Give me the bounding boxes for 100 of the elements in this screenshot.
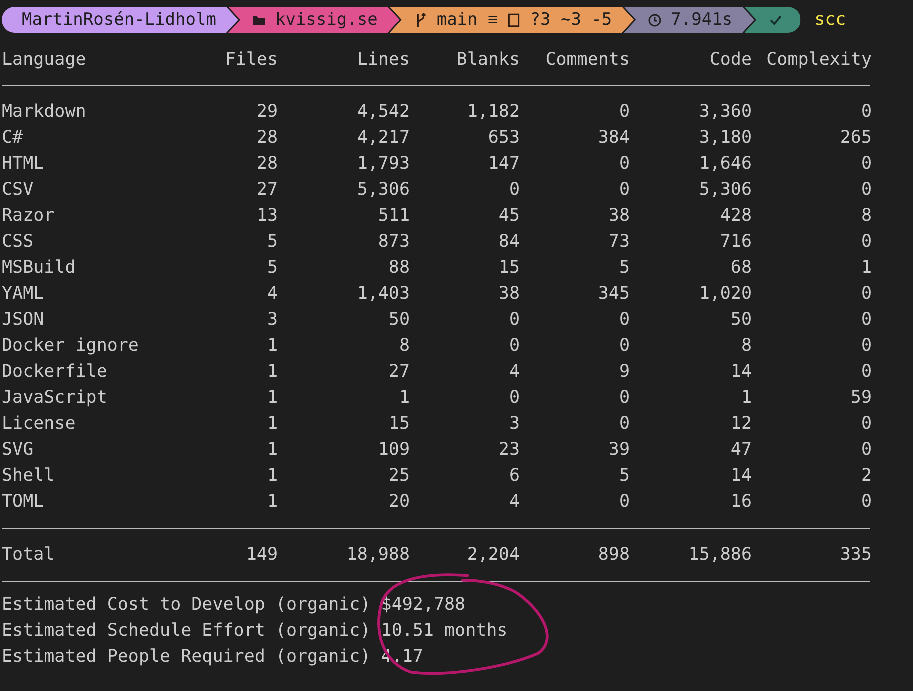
segment-text: 7.941s [671, 10, 733, 30]
column-header: Lines [356, 49, 410, 72]
table-cell-text: 3 [266, 309, 278, 332]
table-cell-text: 0 [508, 387, 520, 410]
table-cell-text: 1 [266, 413, 278, 436]
table-cell-text: 428 [719, 205, 752, 228]
total-cell-text: 18,988 [346, 544, 410, 567]
table-cell-text: 0 [860, 283, 872, 306]
table-cell-text: 25 [388, 465, 410, 488]
table-cell-text: 8 [740, 335, 752, 358]
table-cell-text: JSON [2, 309, 46, 332]
table-cell-text: 8 [860, 205, 872, 228]
table-cell-text: 0 [618, 309, 630, 332]
table-cell-text: 20 [388, 491, 410, 514]
table-cell-text: 1 [266, 335, 278, 358]
table-cell-text: 0 [618, 153, 630, 176]
table-cell-text: 1 [266, 491, 278, 514]
table-cell-text: 5 [266, 257, 278, 280]
column-header: Blanks [456, 49, 520, 72]
estimate-line: Estimated Schedule Effort (organic) 10.51 months [2, 620, 509, 643]
table-cell-text: 1 [266, 387, 278, 410]
estimate-line: Estimated Cost to Develop (organic) $492,788 [2, 594, 467, 617]
table-cell-text: 0 [508, 309, 520, 332]
column-header: Code [708, 49, 752, 72]
table-cell-text: 0 [860, 231, 872, 254]
table-cell-text: 384 [597, 127, 630, 150]
table-cell-text: 14 [730, 361, 752, 384]
table-cell-text: Razor [2, 205, 56, 228]
table-cell-text: 0 [618, 387, 630, 410]
table-cell-text: 0 [508, 179, 520, 202]
total-cell-text: 898 [597, 544, 630, 567]
table-cell-text: 68 [730, 257, 752, 280]
table-cell-text: 1,793 [356, 153, 410, 176]
table-cell-text: CSS [2, 231, 35, 254]
table-cell-text: 6 [508, 465, 520, 488]
table-cell-text: 1,020 [698, 283, 752, 306]
table-cell-text: 0 [860, 179, 872, 202]
table-cell-text: 45 [498, 205, 520, 228]
table-cell-text: 9 [618, 361, 630, 384]
table-cell-text: 1,403 [356, 283, 410, 306]
table-cell-text: 0 [508, 335, 520, 358]
table-cell-text: 4,542 [356, 101, 410, 124]
table-cell-text: 0 [860, 309, 872, 332]
table-cell-text: 1,646 [698, 153, 752, 176]
table-cell-text: 5 [266, 231, 278, 254]
table-cell-text: HTML [2, 153, 46, 176]
table-cell-text: 0 [860, 153, 872, 176]
table-cell-text: 4 [508, 491, 520, 514]
table-cell-text: SVG [2, 439, 35, 462]
table-cell-text: 38 [498, 283, 520, 306]
table-cell-text: 50 [388, 309, 410, 332]
table-cell-text: 3,360 [698, 101, 752, 124]
table-cell-text: 3 [508, 413, 520, 436]
table-cell-text: 59 [850, 387, 872, 410]
segment-text: kvissig.se [275, 10, 378, 30]
table-cell-text: 5,306 [356, 179, 410, 202]
table-cell-text: 38 [608, 205, 630, 228]
total-cell-text: 15,886 [688, 544, 752, 567]
table-cell-text: 0 [860, 361, 872, 384]
table-cell-text: 27 [388, 361, 410, 384]
table-cell-text: 73 [608, 231, 630, 254]
table-cell-text: Docker ignore [2, 335, 140, 358]
table-cell-text: 15 [498, 257, 520, 280]
table-cell-text: 873 [377, 231, 410, 254]
table-cell-text: 1,182 [466, 101, 520, 124]
column-header: Language [2, 49, 88, 72]
table-cell-text: MSBuild [2, 257, 77, 280]
table-cell-text: 0 [618, 491, 630, 514]
table-cell-text: CSV [2, 179, 35, 202]
table-cell-text: 1 [860, 257, 872, 280]
table-cell-text: 29 [256, 101, 278, 124]
table-cell-text: 28 [256, 153, 278, 176]
table-cell-text: 0 [860, 491, 872, 514]
column-header: Complexity [766, 49, 872, 72]
table-cell-text: 0 [618, 335, 630, 358]
table-cell-text: 47 [730, 439, 752, 462]
table-cell-text: 23 [498, 439, 520, 462]
table-cell-text: 4 [266, 283, 278, 306]
table-cell-text: Dockerfile [2, 361, 108, 384]
file-status-icon [507, 12, 522, 28]
total-cell-text: 335 [839, 544, 872, 567]
segment-text: MartinRosén-Lidholm [22, 10, 216, 30]
table-cell-text: 0 [860, 335, 872, 358]
git-status-text: ?3 ~3 -5 [530, 10, 612, 30]
total-cell-text: 2,204 [466, 544, 520, 567]
table-cell-text: 0 [860, 101, 872, 124]
table-cell-text: 3,180 [698, 127, 752, 150]
table-cell-text: Markdown [2, 101, 88, 124]
table-cell-text: 27 [256, 179, 278, 202]
table-cell-text: YAML [2, 283, 46, 306]
table-cell-text: Shell [2, 465, 56, 488]
table-cell-text: 13 [256, 205, 278, 228]
table-cell-text: 1 [266, 439, 278, 462]
table-cell-text: 28 [256, 127, 278, 150]
table-cell-text: TOML [2, 491, 46, 514]
table-cell-text: 716 [719, 231, 752, 254]
table-cell-text: 345 [597, 283, 630, 306]
table-cell-text: 653 [487, 127, 520, 150]
table-cell-text: 0 [618, 179, 630, 202]
segment-text: main ≡ [436, 10, 498, 30]
